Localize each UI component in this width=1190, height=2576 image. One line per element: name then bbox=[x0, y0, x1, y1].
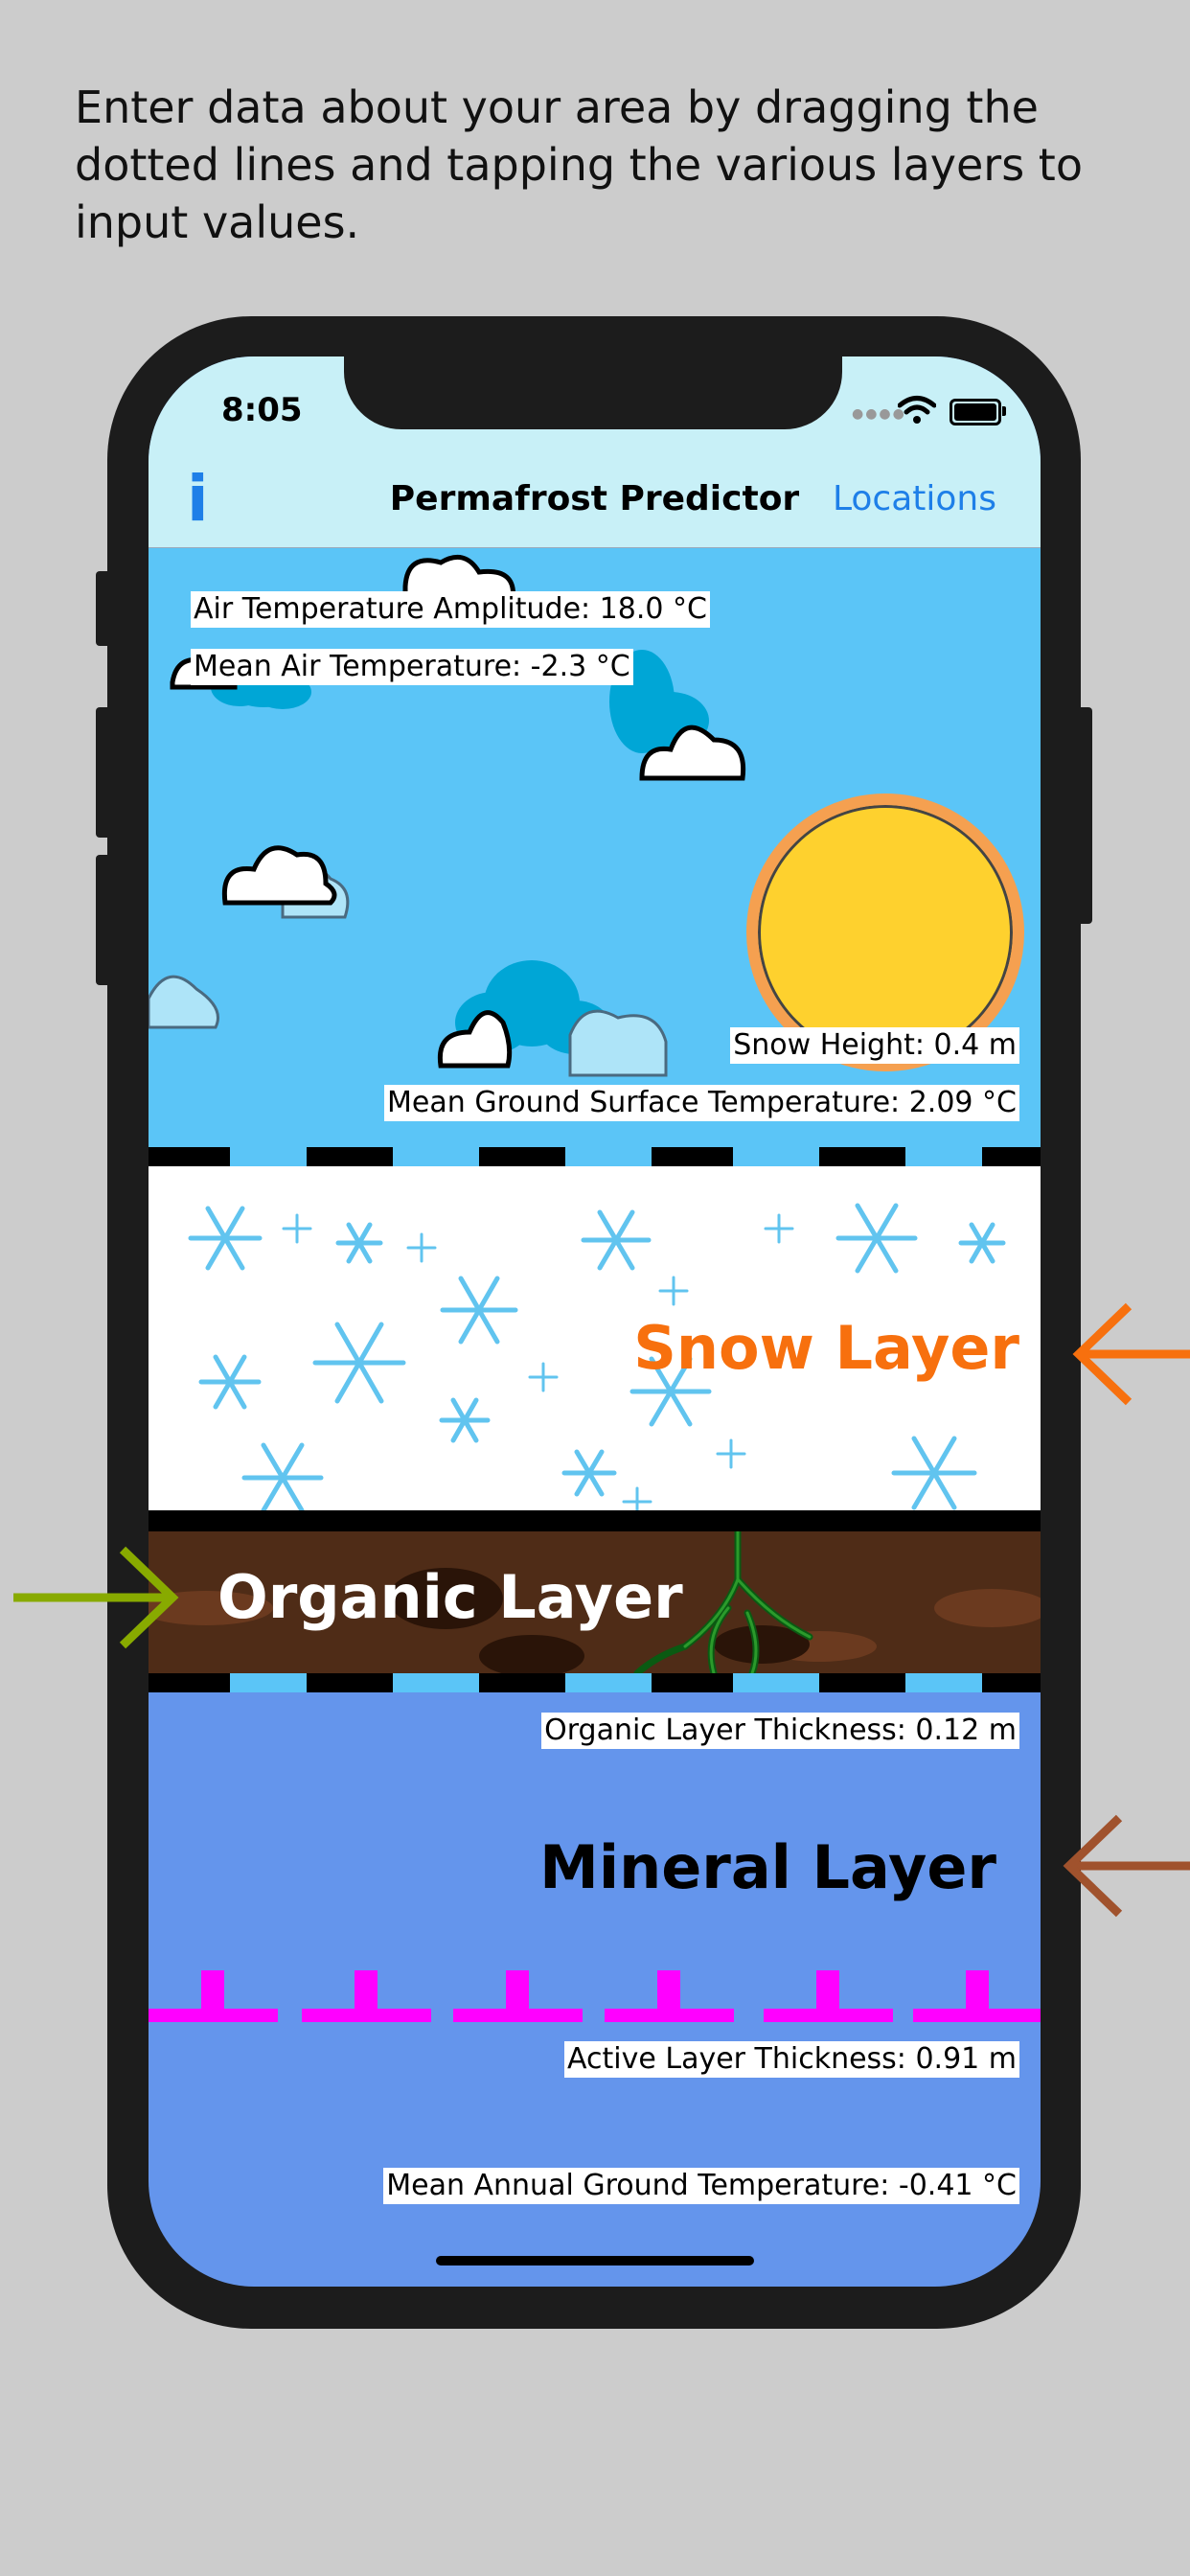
wifi-icon bbox=[898, 396, 936, 424]
organic-thickness-drag-line[interactable] bbox=[149, 1673, 1041, 1692]
active-layer-drag-line[interactable] bbox=[149, 1970, 1041, 2028]
air-layer[interactable] bbox=[149, 548, 1041, 1166]
mineral-layer-arrow-icon bbox=[1063, 1814, 1190, 1918]
active-layer-thickness-label: Active Layer Thickness: 0.91 m bbox=[564, 2041, 1019, 2078]
organic-layer-title: Organic Layer bbox=[217, 1562, 683, 1632]
mineral-layer-title[interactable]: Mineral Layer bbox=[539, 1832, 996, 1902]
battery-tip bbox=[1002, 406, 1006, 416]
status-time: 8:05 bbox=[221, 391, 303, 429]
mean-ground-surface-temperature-label: Mean Ground Surface Temperature: 2.09 °C bbox=[384, 1085, 1019, 1121]
organic-layer-arrow-icon bbox=[13, 1546, 179, 1649]
snow-layer-title: Snow Layer bbox=[633, 1313, 1019, 1383]
notch bbox=[344, 356, 842, 429]
organic-drag-line[interactable] bbox=[149, 1510, 1041, 1531]
mean-air-temperature-label: Mean Air Temperature: -2.3 °C bbox=[191, 649, 633, 685]
battery-icon bbox=[950, 399, 1001, 426]
air-temperature-amplitude-label: Air Temperature Amplitude: 18.0 °C bbox=[191, 591, 710, 628]
snow-height-drag-line[interactable] bbox=[149, 1147, 1041, 1166]
mean-annual-ground-temperature-label: Mean Annual Ground Temperature: -0.41 °C bbox=[383, 2168, 1019, 2204]
app-screen: 8:05 ●●●● i Permafrost Predictor Locatio… bbox=[149, 356, 1041, 2287]
locations-button[interactable]: Locations bbox=[833, 479, 996, 518]
snow-height-label: Snow Height: 0.4 m bbox=[730, 1027, 1019, 1064]
snow-layer-arrow-icon bbox=[1072, 1302, 1190, 1406]
intro-text: Enter data about your area by dragging t… bbox=[75, 81, 1083, 248]
cloud-icon bbox=[170, 554, 746, 1069]
organic-layer-thickness-label: Organic Layer Thickness: 0.12 m bbox=[541, 1713, 1019, 1749]
home-indicator[interactable] bbox=[436, 2256, 754, 2266]
